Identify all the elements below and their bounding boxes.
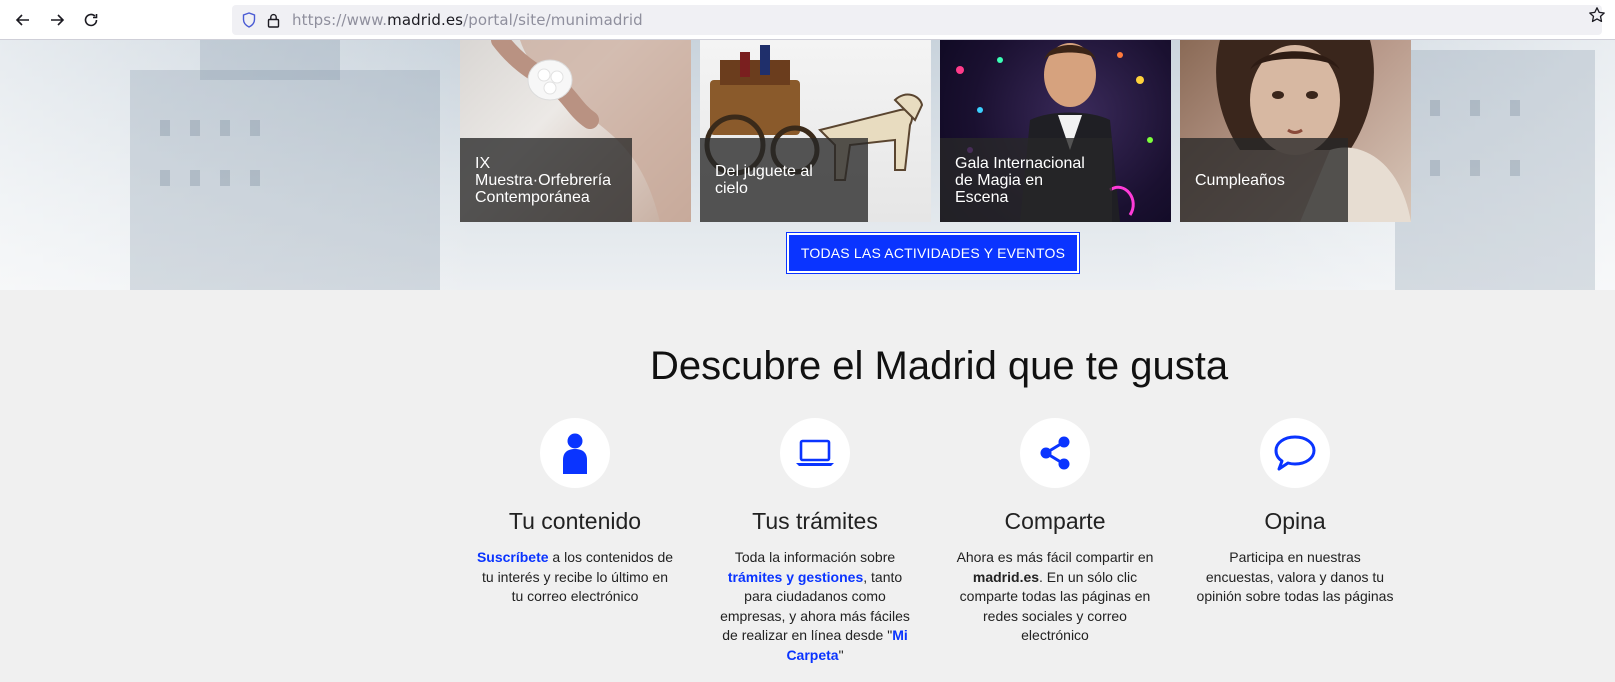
feature-opina: Opina Participa en nuestras encuestas, v… bbox=[1195, 418, 1395, 607]
background-window bbox=[1430, 100, 1440, 116]
background-window bbox=[190, 120, 200, 136]
feature-description: Ahora es más fácil compartir en madrid.e… bbox=[955, 548, 1155, 646]
site-name: madrid.es bbox=[972, 568, 1040, 585]
background-building bbox=[130, 70, 440, 290]
event-title-line: IX bbox=[475, 155, 491, 172]
events-band: IX Muestra·Orfebrería Contemporánea Del … bbox=[0, 40, 1615, 290]
feature-icon-circle[interactable] bbox=[780, 418, 850, 488]
feature-comparte: Comparte Ahora es más fácil compartir en… bbox=[955, 418, 1155, 646]
event-caption: IX Muestra·Orfebrería Contemporánea bbox=[460, 138, 632, 222]
feature-text: Ahora es más fácil compartir en bbox=[956, 549, 1154, 565]
feature-description: Toda la información sobre trámites y ges… bbox=[715, 548, 915, 665]
url-host: madrid.es bbox=[387, 11, 464, 29]
event-card-cumpleanos[interactable]: Cumpleaños bbox=[1180, 40, 1411, 222]
event-title-line: Escena bbox=[955, 189, 1009, 206]
address-bar[interactable]: https://www.madrid.es/portal/site/munima… bbox=[232, 5, 1602, 35]
page-title: Descubre el Madrid que te gusta bbox=[650, 344, 1229, 388]
feature-title: Opina bbox=[1264, 508, 1326, 534]
url-text: https://www.madrid.es/portal/site/munima… bbox=[292, 11, 643, 29]
background-window bbox=[1470, 100, 1480, 116]
all-events-button[interactable]: TODAS LAS ACTIVIDADES Y EVENTOS bbox=[786, 232, 1080, 274]
event-title-line: Gala Internacional bbox=[955, 155, 1085, 172]
feature-text: " bbox=[838, 646, 844, 663]
event-title-line: Cumpleaños bbox=[1195, 171, 1285, 189]
speech-bubble-icon bbox=[1274, 435, 1316, 471]
shield-icon[interactable] bbox=[240, 11, 258, 29]
feature-tus-tramites: Tus trámites Toda la información sobre t… bbox=[715, 418, 915, 665]
url-path: /portal/site/munimadrid bbox=[463, 11, 643, 29]
event-title-line: de Magia en bbox=[955, 172, 1044, 189]
subscribe-link[interactable]: Suscríbete bbox=[477, 549, 549, 565]
back-arrow-icon[interactable] bbox=[6, 3, 40, 37]
forward-arrow-icon[interactable] bbox=[40, 3, 74, 37]
event-title-line: Muestra·Orfebrería bbox=[475, 172, 612, 189]
background-window bbox=[1470, 160, 1480, 176]
tramites-link[interactable]: trámites y gestiones bbox=[728, 569, 863, 585]
feature-icon-circle[interactable] bbox=[1020, 418, 1090, 488]
event-card-juguete[interactable]: Del juguete al cielo bbox=[700, 40, 931, 222]
feature-title: Tus trámites bbox=[752, 508, 878, 534]
feature-title: Comparte bbox=[1004, 508, 1106, 534]
event-title-line: cielo bbox=[715, 180, 748, 197]
event-caption: Gala Internacional de Magia en Escena bbox=[940, 138, 1112, 222]
user-icon bbox=[563, 433, 587, 474]
event-caption: Del juguete al cielo bbox=[700, 138, 868, 222]
background-window bbox=[1510, 160, 1520, 176]
feature-description: Suscríbete a los contenidos de tu interé… bbox=[475, 548, 675, 607]
background-window bbox=[250, 120, 260, 136]
background-building bbox=[1395, 50, 1595, 290]
bookmark-star-icon[interactable] bbox=[1587, 5, 1607, 25]
feature-description: Participa en nuestras encuestas, valora … bbox=[1196, 549, 1394, 604]
feature-title: Tu contenido bbox=[508, 508, 642, 534]
background-window bbox=[160, 120, 170, 136]
background-window bbox=[190, 170, 200, 186]
share-icon bbox=[1040, 436, 1070, 470]
reload-icon[interactable] bbox=[74, 3, 108, 37]
browser-toolbar: https://www.madrid.es/portal/site/munima… bbox=[0, 0, 1615, 40]
event-caption: Cumpleaños bbox=[1180, 138, 1348, 222]
background-window bbox=[160, 170, 170, 186]
url-prefix: https://www. bbox=[292, 11, 388, 29]
feature-icon-circle[interactable] bbox=[540, 418, 610, 488]
background-window bbox=[220, 120, 230, 136]
background-window bbox=[250, 170, 260, 186]
lock-icon[interactable] bbox=[264, 11, 282, 29]
feature-text: Toda la información sobre bbox=[734, 549, 896, 565]
event-title-line: Contemporánea bbox=[475, 189, 590, 206]
background-building bbox=[200, 40, 340, 80]
background-window bbox=[220, 170, 230, 186]
event-title-line: Del juguete al bbox=[715, 163, 813, 180]
event-card-orfebreria[interactable]: IX Muestra·Orfebrería Contemporánea bbox=[460, 40, 691, 222]
background-window bbox=[1510, 100, 1520, 116]
laptop-icon bbox=[796, 439, 834, 466]
event-card-magia[interactable]: Gala Internacional de Magia en Escena bbox=[940, 40, 1171, 222]
background-window bbox=[1430, 160, 1440, 176]
feature-icon-circle[interactable] bbox=[1260, 418, 1330, 488]
feature-tu-contenido: Tu contenido Suscríbete a los contenidos… bbox=[475, 418, 675, 607]
